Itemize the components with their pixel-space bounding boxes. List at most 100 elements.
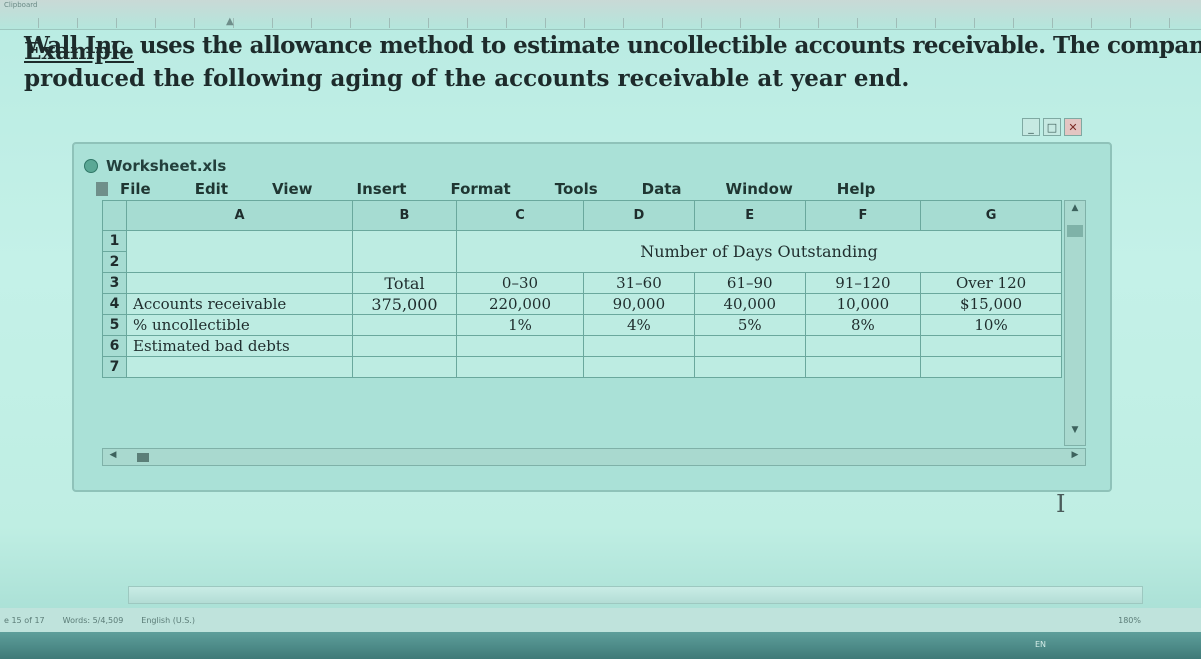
column-header-row: A B C D E F G bbox=[102, 200, 1062, 231]
vertical-scrollbar[interactable]: ▲ ▼ bbox=[1064, 200, 1086, 446]
cell[interactable] bbox=[352, 335, 457, 357]
word-count[interactable]: Words: 5/4,509 bbox=[63, 616, 124, 625]
menu-insert[interactable]: Insert bbox=[357, 180, 407, 198]
row-header-4[interactable]: 4 bbox=[102, 293, 127, 315]
menu-tools[interactable]: Tools bbox=[555, 180, 598, 198]
paragraph-line-1-text: Wall Inc. uses the allowance method to e… bbox=[24, 32, 1201, 59]
vertical-scroll-thumb[interactable] bbox=[1067, 225, 1083, 237]
cell[interactable] bbox=[693, 335, 806, 357]
ruler-indent-marker[interactable]: ▲ bbox=[226, 16, 234, 27]
menu-bar: File Edit View Insert Format Tools Data … bbox=[96, 176, 919, 202]
cell[interactable] bbox=[456, 356, 584, 378]
document-horizontal-scrollbar[interactable] bbox=[128, 586, 1143, 604]
table-row: 1 Number of Days Outstanding bbox=[102, 230, 1062, 273]
bucket-0-30-header[interactable]: 0–30 bbox=[456, 272, 584, 294]
paragraph-body: Wall Inc. uses the allowance method to e… bbox=[24, 32, 1201, 95]
cell[interactable] bbox=[126, 272, 353, 294]
row-header-5[interactable]: 5 bbox=[102, 314, 127, 336]
cell[interactable] bbox=[920, 356, 1062, 378]
bucket-91-120-header[interactable]: 91–120 bbox=[804, 272, 922, 294]
column-header-f[interactable]: F bbox=[804, 200, 922, 231]
cell[interactable] bbox=[582, 335, 695, 357]
estimated-bad-debts-label[interactable]: Estimated bad debts bbox=[126, 335, 353, 357]
worksheet-grid: A B C D E F G 1 Number of Days Outstandi… bbox=[102, 200, 1062, 378]
bucket-over-120-header[interactable]: Over 120 bbox=[920, 272, 1062, 294]
column-header-b[interactable]: B bbox=[352, 200, 457, 231]
cell[interactable] bbox=[582, 356, 695, 378]
cell[interactable] bbox=[804, 356, 922, 378]
menu-edit[interactable]: Edit bbox=[195, 180, 228, 198]
input-language[interactable]: EN bbox=[1035, 640, 1046, 649]
column-header-d[interactable]: D bbox=[582, 200, 695, 231]
row-header-3[interactable]: 3 bbox=[102, 272, 127, 294]
cell[interactable] bbox=[693, 356, 806, 378]
window-titlebar: Worksheet.xls bbox=[84, 154, 226, 178]
column-header-c[interactable]: C bbox=[456, 200, 584, 231]
table-row: 5 % uncollectible 1% 4% 5% 8% 10% bbox=[102, 314, 1062, 336]
row-header-2[interactable]: 2 bbox=[102, 251, 127, 273]
accounts-receivable-label[interactable]: Accounts receivable bbox=[126, 293, 353, 315]
column-header-a[interactable]: A bbox=[126, 200, 353, 231]
paragraph-line-2-text: produced the following aging of the acco… bbox=[24, 65, 910, 92]
menu-file[interactable]: File bbox=[120, 180, 151, 198]
row-header-6[interactable]: 6 bbox=[102, 335, 127, 357]
table-row: 3 Total 0–30 31–60 61–90 91–120 Over 120 bbox=[102, 272, 1062, 294]
window-title: Worksheet.xls bbox=[106, 157, 227, 175]
cell[interactable] bbox=[126, 356, 353, 378]
pct-31-60-cell[interactable]: 4% bbox=[582, 314, 695, 336]
ar-61-90-cell[interactable]: 40,000 bbox=[693, 293, 806, 315]
menu-window[interactable]: Window bbox=[726, 180, 793, 198]
menu-data[interactable]: Data bbox=[642, 180, 682, 198]
row-header-1[interactable]: 1 bbox=[102, 230, 127, 252]
pct-61-90-cell[interactable]: 5% bbox=[693, 314, 806, 336]
pct-0-30-cell[interactable]: 1% bbox=[456, 314, 584, 336]
column-header-g[interactable]: G bbox=[920, 200, 1062, 231]
status-bar: e 15 of 17 Words: 5/4,509 English (U.S.)… bbox=[0, 608, 1201, 632]
top-ruler: Clipboard ▲ bbox=[0, 0, 1201, 30]
spreadsheet-window: Worksheet.xls File Edit View Insert Form… bbox=[72, 142, 1112, 492]
menu-view[interactable]: View bbox=[272, 180, 313, 198]
pct-over-120-cell[interactable]: 10% bbox=[920, 314, 1062, 336]
days-outstanding-header[interactable]: Number of Days Outstanding bbox=[456, 230, 1062, 273]
ar-total-cell[interactable]: 375,000 bbox=[352, 293, 457, 315]
minimize-button[interactable]: _ bbox=[1022, 118, 1040, 136]
cell[interactable] bbox=[456, 335, 584, 357]
ar-91-120-cell[interactable]: 10,000 bbox=[804, 293, 922, 315]
cell[interactable] bbox=[804, 335, 922, 357]
bucket-61-90-header[interactable]: 61–90 bbox=[693, 272, 806, 294]
close-button[interactable]: ✕ bbox=[1064, 118, 1082, 136]
taskbar: EN bbox=[0, 632, 1201, 659]
cell[interactable] bbox=[352, 356, 457, 378]
row-header-7[interactable]: 7 bbox=[102, 356, 127, 378]
horizontal-scrollbar[interactable]: ◀ ▶ bbox=[102, 448, 1086, 466]
zoom-level[interactable]: 180% bbox=[1118, 616, 1141, 625]
document-icon[interactable] bbox=[96, 182, 108, 196]
scroll-right-icon[interactable]: ▶ bbox=[1067, 450, 1083, 464]
text-cursor-icon: I bbox=[1056, 490, 1066, 518]
horizontal-scroll-thumb[interactable] bbox=[137, 453, 149, 462]
cell[interactable] bbox=[352, 230, 457, 273]
bucket-31-60-header[interactable]: 31–60 bbox=[582, 272, 695, 294]
menu-help[interactable]: Help bbox=[837, 180, 876, 198]
maximize-button[interactable]: □ bbox=[1043, 118, 1061, 136]
pct-91-120-cell[interactable]: 8% bbox=[804, 314, 922, 336]
table-row: 4 Accounts receivable 375,000 220,000 90… bbox=[102, 293, 1062, 315]
ar-31-60-cell[interactable]: 90,000 bbox=[582, 293, 695, 315]
ar-over-120-cell[interactable]: $15,000 bbox=[920, 293, 1062, 315]
cell[interactable] bbox=[920, 335, 1062, 357]
total-header-cell[interactable]: Total bbox=[352, 272, 457, 294]
pct-uncollectible-label[interactable]: % uncollectible bbox=[126, 314, 353, 336]
language-indicator[interactable]: English (U.S.) bbox=[141, 616, 195, 625]
table-row: 6 Estimated bad debts bbox=[102, 335, 1062, 357]
scroll-left-icon[interactable]: ◀ bbox=[105, 450, 121, 464]
clipboard-label: Clipboard bbox=[4, 1, 38, 9]
cell[interactable] bbox=[352, 314, 457, 336]
cell[interactable] bbox=[126, 230, 353, 273]
column-header-e[interactable]: E bbox=[693, 200, 806, 231]
select-all-corner[interactable] bbox=[102, 200, 127, 231]
scroll-up-icon[interactable]: ▲ bbox=[1067, 203, 1083, 219]
ar-0-30-cell[interactable]: 220,000 bbox=[456, 293, 584, 315]
menu-format[interactable]: Format bbox=[450, 180, 510, 198]
scroll-down-icon[interactable]: ▼ bbox=[1067, 425, 1083, 441]
window-controls: _ □ ✕ bbox=[1022, 118, 1082, 136]
